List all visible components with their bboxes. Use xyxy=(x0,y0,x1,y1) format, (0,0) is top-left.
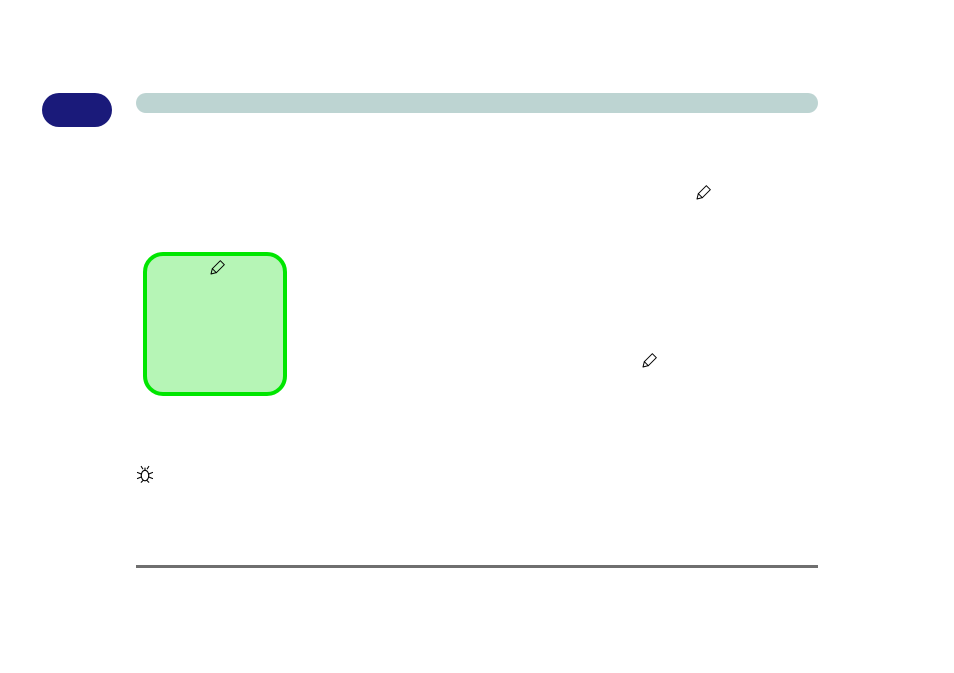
pen-icon[interactable] xyxy=(641,353,657,369)
pen-icon[interactable] xyxy=(695,185,711,201)
section-divider xyxy=(136,565,818,568)
bug-icon[interactable] xyxy=(136,465,154,483)
pen-icon[interactable] xyxy=(209,260,225,276)
header-badge[interactable] xyxy=(42,93,112,127)
header-bar xyxy=(136,93,818,113)
